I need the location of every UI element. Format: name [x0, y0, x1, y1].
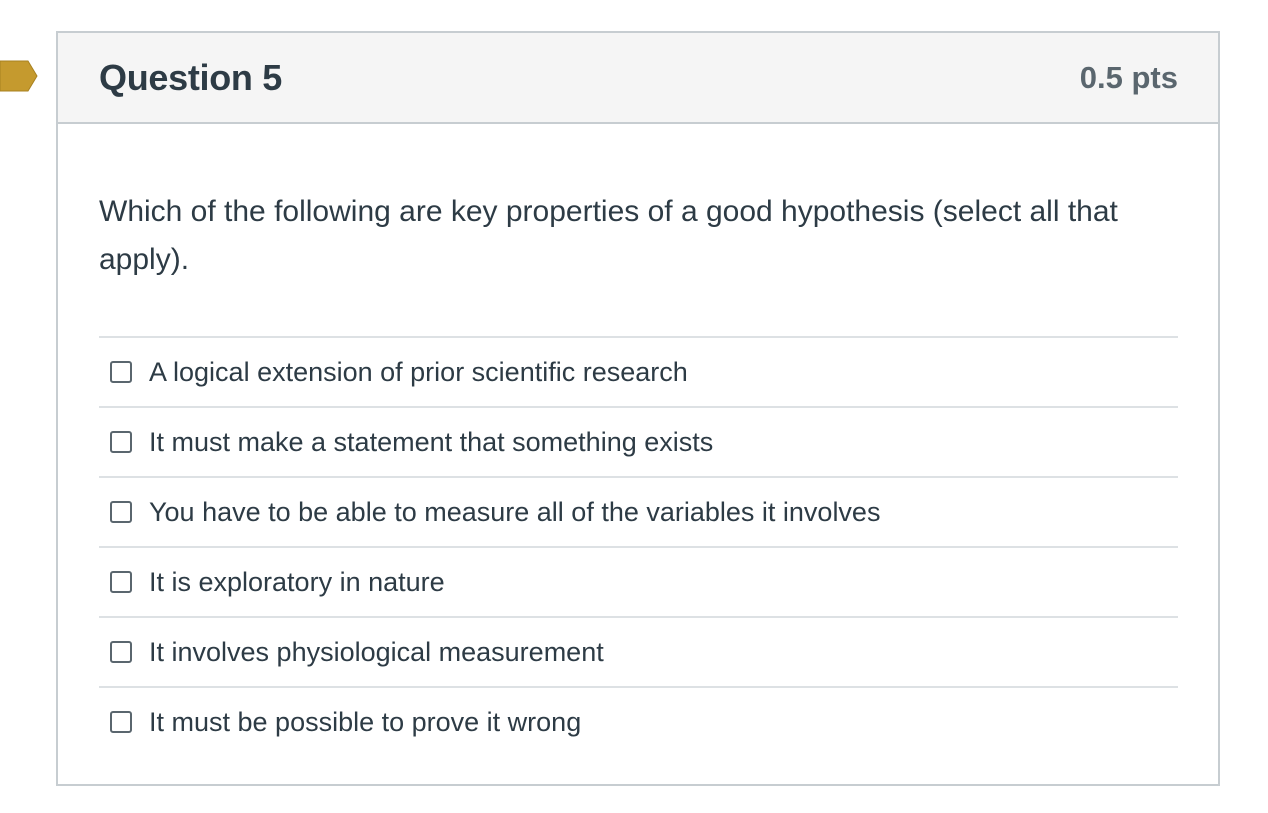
answer-label: It involves physiological measurement	[149, 636, 604, 667]
answer-label: A logical extension of prior scientific …	[149, 356, 688, 387]
question-body: Which of the following are key propertie…	[58, 188, 1218, 756]
answer-checkbox[interactable]	[110, 361, 132, 383]
answer-list: A logical extension of prior scientific …	[99, 336, 1178, 756]
answer-checkbox[interactable]	[110, 501, 132, 523]
question-text: Which of the following are key propertie…	[99, 195, 1118, 276]
answer-option-3[interactable]: You have to be able to measure all of th…	[99, 478, 1178, 548]
bookmark-flag-icon[interactable]	[0, 60, 38, 92]
answer-checkbox[interactable]	[110, 711, 132, 733]
question-card: Question 5 0.5 pts Which of the followin…	[56, 31, 1220, 786]
answer-option-5[interactable]: It involves physiological measurement	[99, 618, 1178, 688]
question-header: Question 5 0.5 pts	[58, 33, 1218, 124]
answer-label: It must make a statement that something …	[149, 426, 714, 457]
answer-option-2[interactable]: It must make a statement that something …	[99, 408, 1178, 478]
answer-label: It must be possible to prove it wrong	[149, 706, 582, 737]
answer-label: You have to be able to measure all of th…	[149, 496, 881, 527]
question-points: 0.5 pts	[1079, 59, 1178, 95]
answer-checkbox[interactable]	[110, 571, 132, 593]
question-title: Question 5	[99, 56, 283, 98]
answer-checkbox[interactable]	[110, 641, 132, 663]
answer-option-6[interactable]: It must be possible to prove it wrong	[99, 688, 1178, 756]
answer-label: It is exploratory in nature	[149, 566, 445, 597]
answer-option-1[interactable]: A logical extension of prior scientific …	[99, 338, 1178, 408]
answer-option-4[interactable]: It is exploratory in nature	[99, 548, 1178, 618]
answer-checkbox[interactable]	[110, 431, 132, 453]
